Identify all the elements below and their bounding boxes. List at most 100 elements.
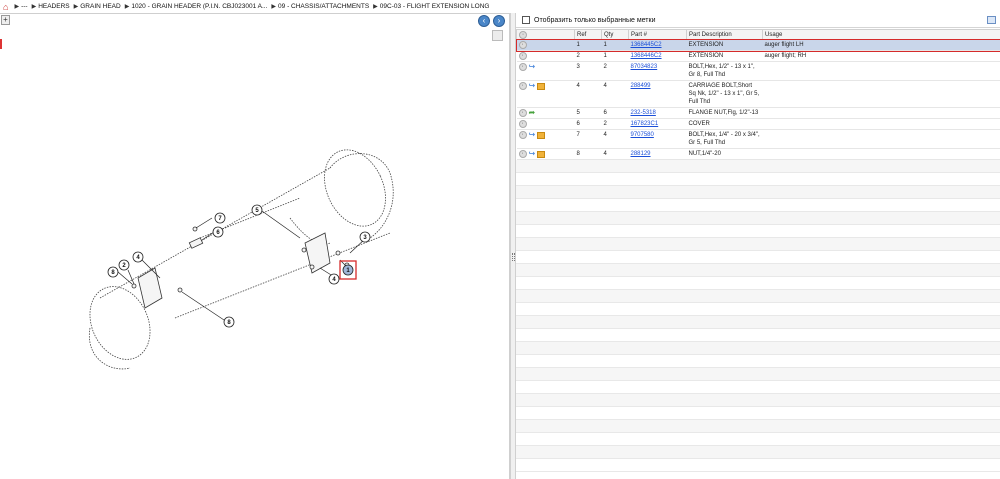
qty-cell: 1 (603, 42, 607, 48)
part-number-link[interactable]: 288499 (631, 83, 651, 89)
replacement-info-icon[interactable]: ↪ (529, 150, 536, 158)
table-row[interactable]: · ↪ 7 4 9707580 BOLT,Hex, 1/4" - 20 x 3/4", G… (516, 129, 1000, 149)
previous-diagram-button[interactable]: ‹ (478, 15, 490, 27)
add-to-cart-icon[interactable]: · (518, 150, 527, 158)
qty-cell: 4 (603, 83, 607, 89)
empty-row (516, 394, 1000, 407)
breadcrumb-item[interactable]: ▶ 09 - CHASSIS/ATTACHMENTS (271, 3, 369, 10)
callout-leader (195, 217, 213, 229)
empty-row (516, 277, 1000, 290)
table-row[interactable]: · ➦ 5 6 232-5318 FLANGE NUT,Flg, 1/2"-13 (516, 107, 1000, 119)
ref-cell: 3 (576, 64, 580, 70)
empty-row (516, 420, 1000, 433)
ref-cell: 6 (576, 121, 580, 127)
cover-part (188, 237, 204, 249)
add-to-cart-icon[interactable]: · (518, 109, 527, 117)
table-row[interactable]: · ↪ 3 2 87034823 BOLT,Hex, 1/2" - 13 x 1", Gr… (516, 61, 1000, 81)
empty-row (516, 290, 1000, 303)
empty-row (516, 212, 1000, 225)
diagram-pane: + ‹ › 1 2 3 4 4 5 6 7 8 8 (0, 13, 510, 479)
table-row[interactable]: · 1 1 1368445C2 EXTENSION auger flight LH (515, 38, 1000, 52)
empty-row (516, 186, 1000, 199)
zoom-slider-handle[interactable]: + (1, 15, 10, 25)
description-cell: BOLT,Hex, 1/2" - 13 x 1", Gr 8, Full Thd (688, 64, 755, 78)
show-selected-only-checkbox[interactable] (522, 16, 530, 24)
nut (131, 283, 137, 289)
package-icon[interactable] (537, 82, 546, 90)
bolt (335, 250, 341, 256)
add-to-cart-icon[interactable]: · (518, 120, 527, 128)
bolt (309, 264, 315, 270)
part-number-link[interactable]: 232-5318 (631, 110, 656, 116)
select-all-header[interactable]: · (516, 29, 575, 40)
breadcrumb-item[interactable]: ▶ --- (14, 3, 27, 10)
description-cell: CARRIAGE BOLT,Short Sq Nk, 1/2" - 13 x 1… (688, 83, 760, 105)
empty-row (516, 342, 1000, 355)
exploded-parts-diagram: 1 2 3 4 4 5 6 7 8 8 (88, 149, 394, 370)
column-header-qty[interactable]: Qty (601, 29, 629, 40)
empty-row (516, 225, 1000, 238)
row-actions: · (516, 50, 575, 62)
part-number-link[interactable]: 1368446C2 (631, 53, 662, 59)
add-to-cart-icon[interactable]: · (518, 41, 527, 49)
qty-cell: 4 (603, 151, 607, 157)
ref-cell: 4 (576, 83, 580, 89)
description-cell: BOLT,Hex, 1/4" - 20 x 3/4", Gr 5, Full T… (688, 132, 760, 146)
table-header: · Ref Qty Part # Part Description Usage (516, 29, 1000, 40)
breadcrumb-item[interactable]: ▶ HEADERS (32, 3, 70, 10)
parts-list-pane: Отобразить только выбранные метки · Ref … (515, 13, 1000, 479)
column-header-part[interactable]: Part # (628, 29, 687, 40)
part-number-link[interactable]: 87034823 (631, 64, 658, 70)
row-actions: · ↪ (516, 80, 575, 108)
export-icon[interactable] (987, 16, 996, 24)
column-header-ref[interactable]: Ref (574, 29, 602, 40)
qty-cell: 2 (603, 121, 607, 127)
show-selected-only-label[interactable]: Отобразить только выбранные метки (534, 17, 655, 24)
ref-cell: 2 (576, 53, 580, 59)
add-to-cart-icon[interactable]: · (518, 52, 527, 60)
empty-row (516, 329, 1000, 342)
breadcrumb-arrow-icon: ▶ (73, 4, 79, 10)
replacement-info-icon[interactable]: ↪ (529, 63, 536, 71)
empty-row (516, 160, 1000, 173)
empty-row (516, 459, 1000, 472)
parts-table: · Ref Qty Part # Part Description Usage … (515, 29, 1000, 160)
filter-bar: Отобразить только выбранные метки (516, 13, 1000, 28)
add-to-cart-icon[interactable]: · (518, 82, 527, 90)
select-all-icon[interactable]: · (519, 30, 527, 39)
table-row[interactable]: · 2 1 1368446C2 EXTENSION auger flight; RH (516, 50, 1000, 62)
add-to-cart-icon[interactable]: · (518, 63, 527, 71)
table-row[interactable]: · ↪ 8 4 288129 NUT,1/4"-20 (516, 148, 1000, 160)
empty-row (516, 381, 1000, 394)
splitter-grip-icon[interactable] (512, 253, 515, 261)
breadcrumb-item[interactable]: ▶ GRAIN HEAD (74, 3, 121, 10)
empty-row (516, 264, 1000, 277)
empty-row (516, 199, 1000, 212)
part-number-link[interactable]: 1368445C2 (631, 42, 662, 48)
package-icon[interactable] (537, 131, 546, 139)
empty-row (516, 173, 1000, 186)
part-number-link[interactable]: 288129 (631, 151, 651, 157)
table-row[interactable]: · ↪ 4 4 288499 CARRIAGE BOLT,Short Sq Nk, 1/2… (516, 80, 1000, 108)
substitute-arrow-icon[interactable]: ➦ (529, 109, 536, 117)
column-header-description[interactable]: Part Description (686, 29, 763, 40)
breadcrumb: ⌂ ▶ --- ▶ HEADERS ▶ GRAIN HEAD ▶ 1020 - GRAI… (0, 0, 1000, 13)
empty-rows (516, 160, 1000, 472)
add-to-cart-icon[interactable]: · (518, 131, 527, 139)
row-actions: · ↪ (516, 61, 575, 81)
package-icon[interactable] (537, 150, 546, 158)
part-number-link[interactable]: 9707580 (631, 132, 654, 138)
home-icon[interactable]: ⌂ (3, 2, 8, 12)
part-number-link[interactable]: 167823C1 (631, 121, 659, 127)
column-header-usage[interactable]: Usage (762, 29, 1000, 40)
table-row[interactable]: · 6 2 167823C1 COVER (516, 118, 1000, 130)
replacement-info-icon[interactable]: ↪ (529, 82, 536, 90)
description-cell: EXTENSION (688, 53, 724, 59)
callout-leader (261, 210, 301, 239)
replacement-info-icon[interactable]: ↪ (529, 131, 536, 139)
auger-right-end (324, 149, 386, 227)
next-diagram-button[interactable]: › (493, 15, 505, 27)
empty-row (516, 251, 1000, 264)
description-cell: EXTENSION (688, 42, 724, 48)
breadcrumb-item[interactable]: ▶ 1020 - GRAIN HEADER (P.I.N. CBJ023001 A… (125, 3, 268, 10)
